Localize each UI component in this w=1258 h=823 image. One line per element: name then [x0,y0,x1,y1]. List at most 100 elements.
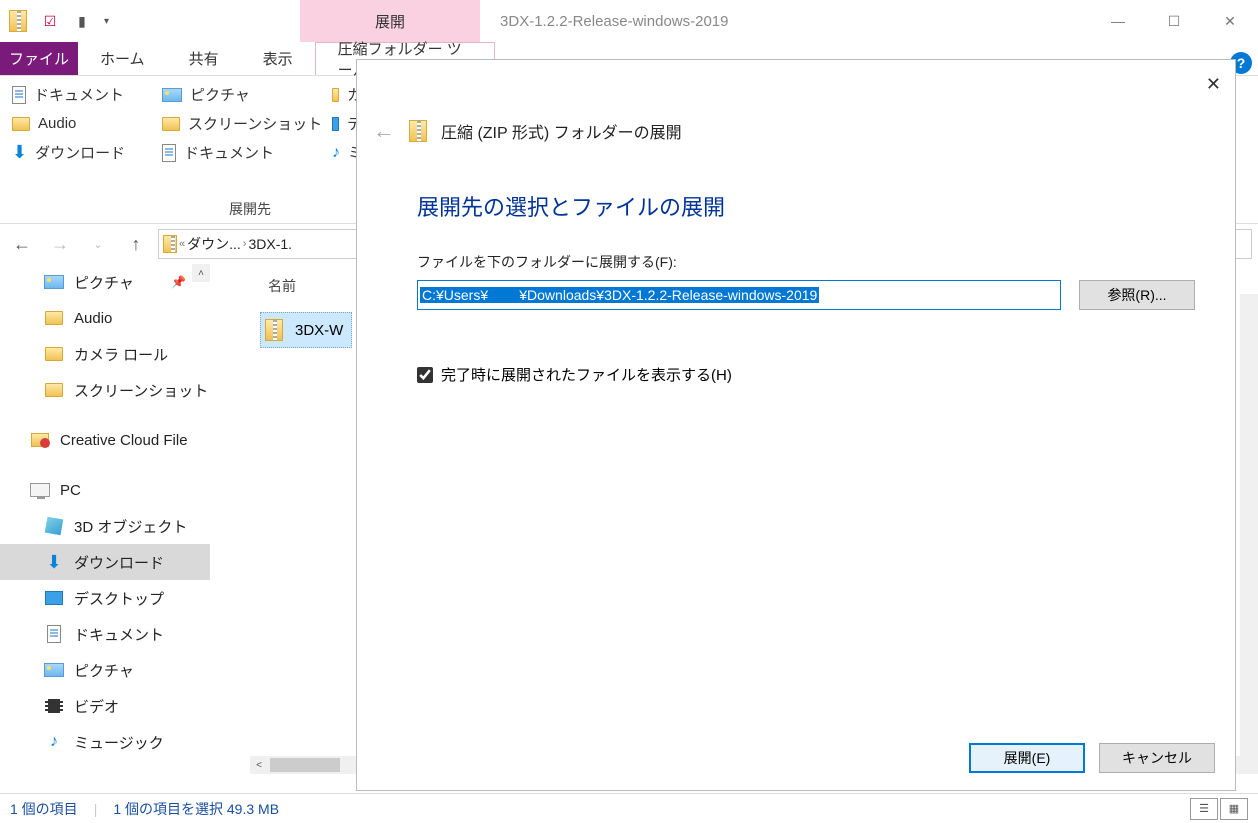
window-title: 3DX-1.2.2-Release-windows-2019 [480,0,1090,42]
view-icons-button[interactable]: ▦ [1220,798,1248,820]
show-files-checkbox-row[interactable]: 完了時に展開されたファイルを表示する(H) [417,364,1195,385]
dest-audio[interactable]: Audio [12,113,162,134]
tree-item[interactable]: デスクトップ [0,580,210,616]
download-icon: ⬇ [12,142,27,163]
tree-item-label: PC [60,482,81,499]
folder-icon [162,117,180,131]
quick-access-toolbar: ☑ ▮ ▾ [0,0,117,42]
extract-dialog: ✕ ← 圧縮 (ZIP 形式) フォルダーの展開 展開先の選択とファイルの展開 … [356,59,1236,791]
dialog-title: 圧縮 (ZIP 形式) フォルダーの展開 [441,119,682,143]
picture-icon [162,88,182,102]
nav-forward-button[interactable]: → [44,229,76,259]
zip-icon [409,120,427,142]
window-controls: — ☐ ✕ [1090,0,1258,42]
maximize-button[interactable]: ☐ [1146,0,1202,42]
folder-icon [332,88,339,102]
tree-item[interactable]: ビデオ [0,688,210,724]
tree-item[interactable]: Creative Cloud File [0,422,210,458]
dest-documents[interactable]: ドキュメント [12,84,162,105]
tree-item[interactable]: ドキュメント [0,616,210,652]
tree-item[interactable]: Audio [0,300,210,336]
breadcrumb-segment[interactable]: ダウン... [187,234,241,254]
file-name: 3DX-W [295,322,343,339]
tree-item[interactable]: ピクチャ [0,652,210,688]
desk-icon [44,589,64,607]
tree-item-label: スクリーンショット [74,380,208,401]
tree-item-label: Creative Cloud File [60,432,188,449]
dest-documents2[interactable]: ドキュメント [162,142,332,163]
tree-item-label: ダウンロード [74,552,164,573]
folder-icon [44,345,64,363]
tree-item-label: ビデオ [74,696,119,717]
show-files-checkbox-label: 完了時に展開されたファイルを表示する(H) [441,364,732,385]
tree-scroll-up-icon[interactable]: ˄ [192,264,210,282]
doc-icon [44,625,64,643]
tree-item[interactable]: PC [0,472,210,508]
down-icon: ⬇ [44,553,64,571]
tree-item[interactable]: ♪ ミュージック [0,724,210,760]
tree-item-label: ミュージック [74,732,164,753]
close-button[interactable]: ✕ [1202,0,1258,42]
dialog-close-button[interactable]: ✕ [1206,74,1221,95]
nav-up-button[interactable]: ↑ [120,229,152,259]
folder-icon [12,117,30,131]
cc-icon [30,431,50,449]
tree-item-label: デスクトップ [74,588,164,609]
tree-item[interactable]: ⬇ ダウンロード [0,544,210,580]
nav-recent-dropdown[interactable]: ⌄ [82,229,114,259]
extract-path-value: C:¥Users¥ ¥Downloads¥3DX-1.2.2-Release-w… [420,287,819,303]
tree-item-label: カメラ ロール [74,344,168,365]
folder-icon [44,309,64,327]
pc-icon [30,481,50,499]
dialog-back-button[interactable]: ← [373,118,395,144]
pin-icon: 📌 [171,275,186,289]
nav-back-button[interactable]: ← [6,229,38,259]
tab-share[interactable]: 共有 [167,42,241,75]
desktop-icon [332,117,339,131]
navigation-tree: ピクチャ 📌 Audio カメラ ロールスクリーンショット Creative Cloud… [0,264,210,774]
extract-path-label: ファイルを下のフォルダーに展開する(F): [417,252,1195,272]
tree-item[interactable]: ピクチャ 📌 [0,264,210,300]
document-icon [162,144,176,162]
dest-pictures[interactable]: ピクチャ [162,84,332,105]
scrollbar-thumb[interactable] [270,758,340,772]
pic-icon [44,273,64,291]
tree-item-label: ピクチャ [74,272,134,293]
dest-screenshots[interactable]: スクリーンショット [162,113,332,134]
dialog-heading: 展開先の選択とファイルの展開 [357,144,1235,222]
music-icon: ♪ [44,733,64,751]
3d-icon [44,517,64,535]
cancel-button[interactable]: キャンセル [1099,743,1215,773]
zip-app-icon [8,11,28,31]
qat-customize-dropdown[interactable]: ▾ [104,16,109,27]
column-header-name[interactable]: 名前 [268,276,296,296]
tree-item[interactable]: カメラ ロール [0,336,210,372]
scroll-left-icon[interactable]: ˂ [250,756,268,774]
tab-file[interactable]: ファイル [0,42,78,75]
breadcrumb-segment[interactable]: 3DX-1. [248,236,292,252]
file-row[interactable]: 3DX-W [260,312,352,348]
title-bar: ☑ ▮ ▾ 展開 3DX-1.2.2-Release-windows-2019 … [0,0,1258,42]
tree-item[interactable]: スクリーンショット [0,372,210,408]
tree-item-label: Audio [74,310,112,327]
qat-new-folder-icon[interactable]: ▮ [72,11,92,31]
contextual-tab-header: 展開 [300,0,480,42]
tree-item-label: ドキュメント [74,624,164,645]
tree-item[interactable]: 3D オブジェクト [0,508,210,544]
chevron-right-icon[interactable]: › [243,238,247,250]
zip-file-icon [265,319,283,341]
minimize-button[interactable]: — [1090,0,1146,42]
browse-button[interactable]: 参照(R)... [1079,280,1195,310]
tab-home[interactable]: ホーム [78,42,167,75]
tree-item-label: ピクチャ [74,660,134,681]
dest-downloads[interactable]: ⬇ダウンロード [12,142,162,163]
extract-button[interactable]: 展開(E) [969,743,1085,773]
music-icon: ♪ [332,144,340,162]
extract-path-input[interactable]: C:¥Users¥ ¥Downloads¥3DX-1.2.2-Release-w… [417,280,1061,310]
qat-properties-icon[interactable]: ☑ [40,11,60,31]
show-files-checkbox[interactable] [417,367,433,383]
tab-view[interactable]: 表示 [241,42,315,75]
vertical-scrollbar[interactable] [1240,294,1258,756]
view-details-button[interactable]: ☰ [1190,798,1218,820]
pic-icon [44,661,64,679]
